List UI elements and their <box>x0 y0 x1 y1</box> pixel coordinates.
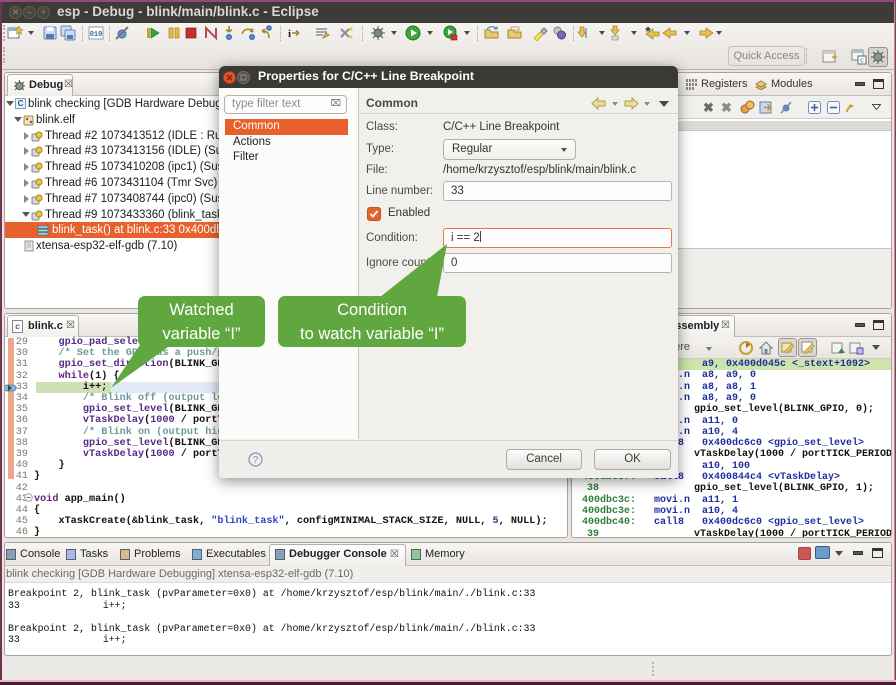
svg-text:c: c <box>860 58 864 65</box>
svg-text:i: i <box>288 28 291 40</box>
svg-text:?: ? <box>253 455 259 466</box>
svg-text:010: 010 <box>90 31 103 39</box>
